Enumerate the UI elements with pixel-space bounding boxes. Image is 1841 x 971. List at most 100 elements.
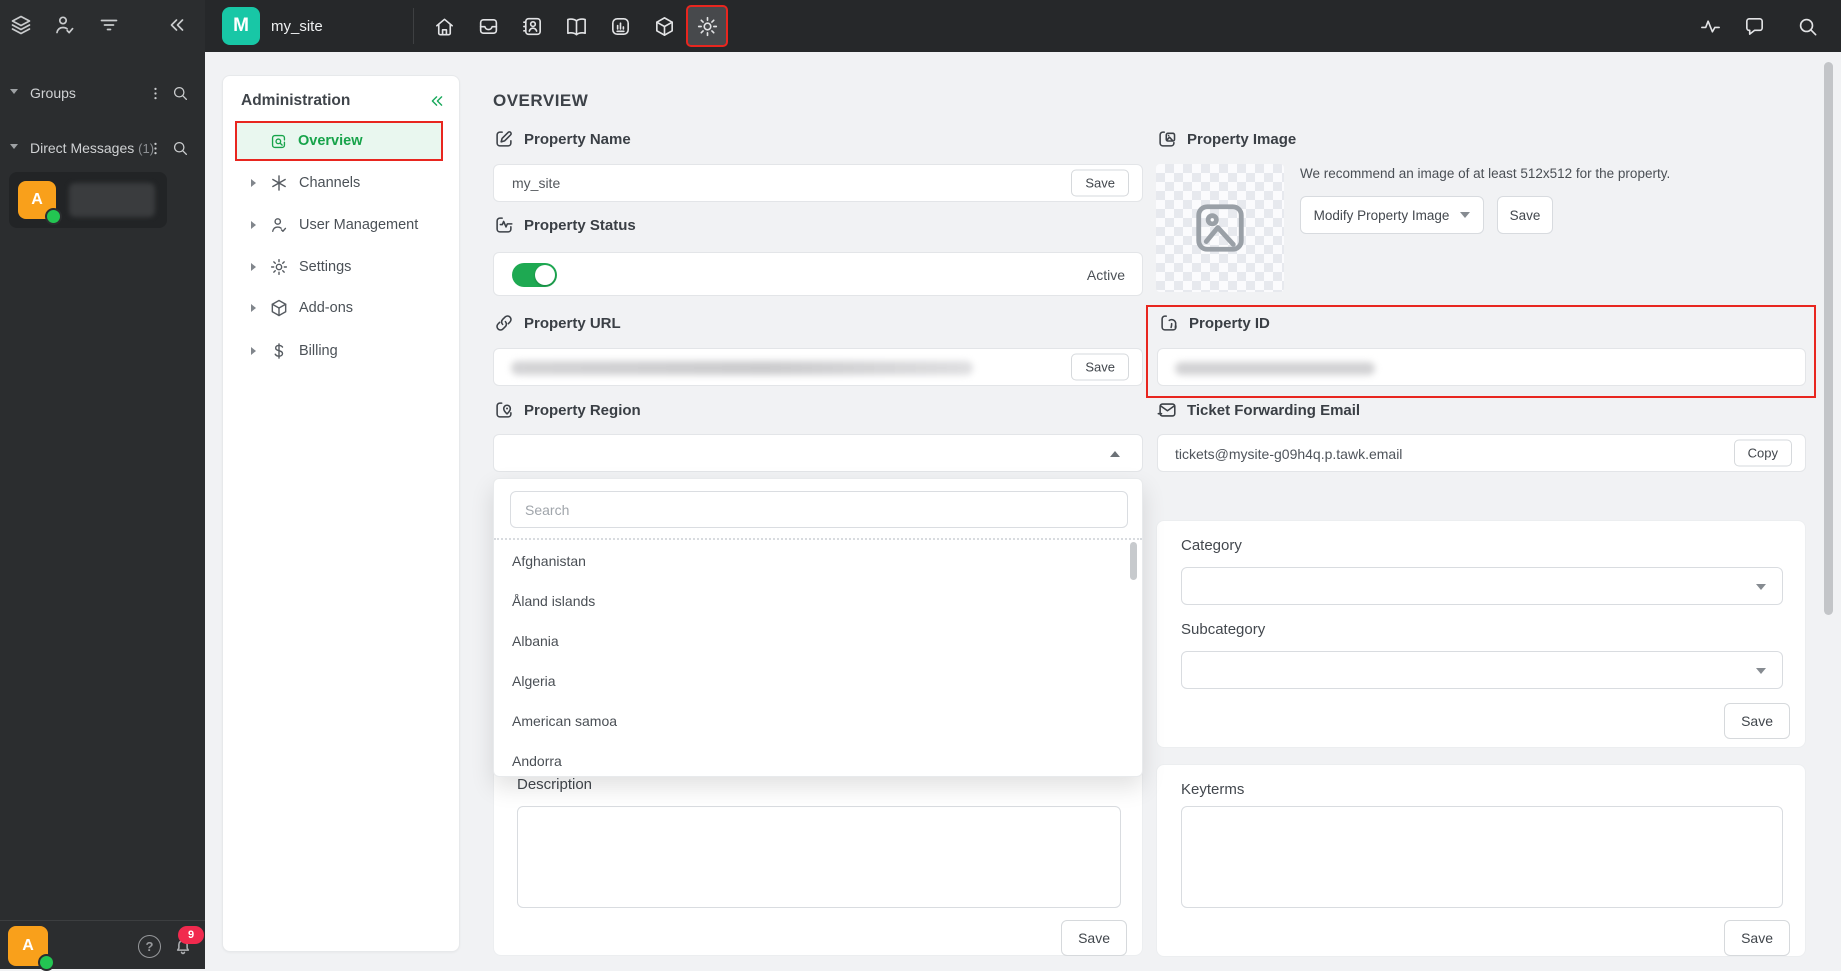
user-management-icon [272,218,287,232]
image-hint-text: We recommend an image of at least 512x51… [1300,166,1671,181]
property-avatar[interactable]: M [222,7,260,45]
region-option[interactable]: Andorra [512,741,562,781]
help-button[interactable]: ? [138,935,161,958]
dm-name-redacted [69,183,155,217]
contacts-rail-button[interactable] [48,8,82,42]
notifications-button[interactable]: 9 [172,926,204,957]
property-name-row: Save [493,164,1143,202]
property-image-section-label: Property Image [1156,128,1296,150]
sidebar-item-addons[interactable]: Add-ons [223,287,461,329]
save-property-image-button[interactable]: Save [1497,196,1553,234]
groups-view-button[interactable] [4,8,38,42]
sidebar-item-label: Add-ons [299,300,354,316]
chevron-right-icon [251,221,256,229]
left-rail: Groups Direct Messages (1) A A ? 9 [0,0,205,971]
chevron-right-icon [251,304,256,312]
sidebar-item-channels[interactable]: Channels [223,162,461,204]
collapse-rail-button[interactable] [160,8,194,42]
chevron-right-icon [251,347,256,355]
search-icon [173,86,188,101]
dropdown-scrollbar[interactable] [1130,542,1137,580]
contacts-nav-button[interactable] [513,7,551,45]
save-category-button[interactable]: Save [1724,703,1790,739]
map-pin-square-icon [496,402,512,418]
property-region-select[interactable] [493,434,1143,472]
groups-section-label[interactable]: Groups [30,85,76,101]
sidebar-item-settings[interactable]: Settings [223,246,461,288]
messages-button[interactable] [1735,7,1773,45]
dm-list-item[interactable]: A [9,172,167,228]
chevron-right-icon [251,179,256,187]
settings-nav-button-active[interactable] [686,5,728,47]
activity-button[interactable] [1691,7,1729,45]
category-select[interactable] [1181,567,1783,605]
global-search-button[interactable] [1788,7,1826,45]
property-image-placeholder[interactable] [1156,164,1284,292]
category-card: Category Subcategory Save [1156,520,1806,748]
image-placeholder-icon [1196,204,1244,252]
kebab-icon [153,87,157,99]
addons-icon [271,299,287,317]
subcategory-select[interactable] [1181,651,1783,689]
save-property-url-button[interactable]: Save [1071,353,1129,381]
home-icon [435,17,453,35]
top-bar: M my_site [205,0,1841,52]
keyterms-label: Keyterms [1181,781,1245,798]
region-dropdown: Afghanistan Åland islands Albania Algeri… [493,478,1143,777]
subcategory-label: Subcategory [1181,621,1266,638]
caret-down-icon [1460,212,1471,218]
inbox-nav-button[interactable] [469,7,507,45]
pencil-square-icon [496,131,512,147]
administration-title: Administration [241,92,351,109]
keyterms-textarea[interactable] [1181,806,1783,908]
groups-caret[interactable] [10,89,18,94]
sidebar-item-label: Billing [299,343,338,359]
dropdown-divider [494,538,1142,540]
dm-search-button[interactable] [163,131,197,165]
collapse-admin-button[interactable] [427,91,447,111]
status-text: Active [1086,267,1125,283]
description-textarea[interactable] [517,806,1121,908]
collapse-icon [170,19,184,31]
sidebar-item-user-management[interactable]: User Management [223,204,461,246]
keyterms-card: Keyterms Save [1156,764,1806,957]
property-name-input[interactable] [495,166,1009,200]
sidebar-item-billing[interactable]: Billing [223,330,461,372]
save-description-button[interactable]: Save [1061,920,1127,956]
knowledge-base-nav-button[interactable] [557,7,595,45]
rail-bottom-divider [0,920,205,921]
ticket-email-value: tickets@mysite-g09h4q.p.tawk.email [1175,446,1403,462]
dm-section-label[interactable]: Direct Messages (1) [30,140,154,156]
sidebar-item-overview[interactable]: Overview [235,121,443,161]
reporting-nav-button[interactable] [601,7,639,45]
property-url-row[interactable]: Save [493,348,1143,386]
save-property-name-button[interactable]: Save [1071,169,1129,197]
search-icon [1799,18,1816,35]
property-name-label[interactable]: my_site [271,18,323,35]
save-keyterms-button[interactable]: Save [1724,920,1790,956]
dm-caret[interactable] [10,144,18,149]
property-status-toggle[interactable] [512,263,557,287]
sidebar-item-label: Overview [298,133,363,149]
property-name-section-label: Property Name [493,128,631,150]
box-icon [655,16,673,36]
page-scrollbar[interactable] [1824,62,1833,615]
filter-icon [100,19,118,31]
groups-search-button[interactable] [163,76,197,110]
settings-icon [270,258,288,276]
copy-ticket-email-button[interactable]: Copy [1733,439,1792,467]
filter-button[interactable] [92,8,126,42]
modify-property-image-dropdown[interactable]: Modify Property Image [1300,196,1484,234]
addons-nav-button[interactable] [645,7,683,45]
region-search-input[interactable] [510,491,1128,528]
home-nav-button[interactable] [425,7,463,45]
region-option[interactable]: Åland islands [512,581,595,621]
region-option[interactable]: American samoa [512,701,617,741]
billing-icon [274,343,284,359]
region-option[interactable]: Afghanistan [512,541,586,581]
chevron-right-icon [251,263,256,271]
property-url-section-label: Property URL [493,312,621,334]
property-status-section-label: Property Status [493,214,636,236]
region-option[interactable]: Algeria [512,661,556,701]
region-option[interactable]: Albania [512,621,559,661]
